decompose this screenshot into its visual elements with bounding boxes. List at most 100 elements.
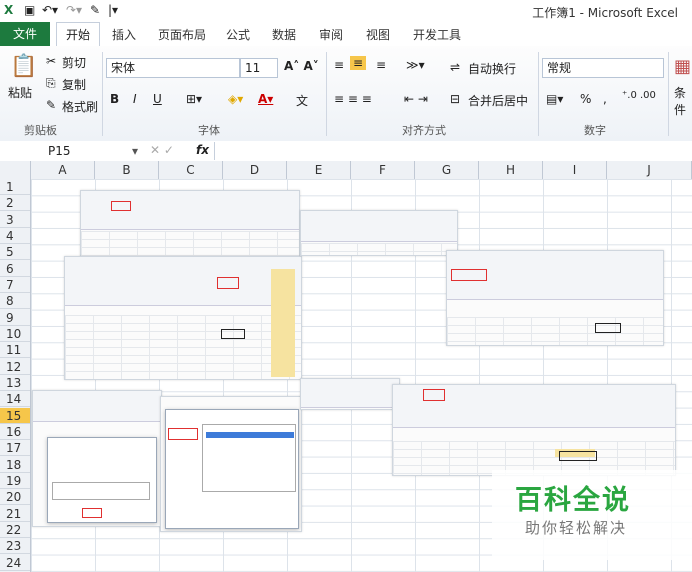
tab-home[interactable]: 开始 <box>56 22 100 47</box>
col-header-d[interactable]: D <box>223 161 287 179</box>
row-header[interactable]: 23 <box>0 538 30 555</box>
tab-developer[interactable]: 开发工具 <box>413 26 461 43</box>
select-all-corner[interactable] <box>0 161 31 179</box>
conditional-format-button[interactable]: 条件 <box>674 84 692 118</box>
merge-icon[interactable]: ⊟ <box>450 92 460 106</box>
customize-qa-icon[interactable]: |▾ <box>108 3 118 17</box>
chevron-down-icon[interactable]: ▾ <box>132 142 138 160</box>
align-middle-icon[interactable]: ≡ <box>350 56 367 70</box>
cut-icon[interactable]: ✂ <box>46 54 56 68</box>
format-painter-icon[interactable]: ✎ <box>46 98 56 112</box>
formula-input[interactable] <box>214 142 692 160</box>
pasted-screenshot-8[interactable] <box>392 384 676 476</box>
row-header[interactable]: 17 <box>0 440 30 457</box>
underline-button[interactable]: U <box>153 92 162 106</box>
pasted-screenshot-7[interactable] <box>300 378 400 410</box>
currency-icon[interactable]: ▤▾ <box>546 92 563 106</box>
row-header[interactable]: 20 <box>0 489 30 506</box>
font-name-select[interactable]: 宋体 <box>106 58 240 78</box>
wrap-text-icon[interactable]: ⇌ <box>450 60 460 74</box>
insert-function-button[interactable]: fx <box>196 143 209 157</box>
col-header-f[interactable]: F <box>351 161 415 179</box>
col-header-g[interactable]: G <box>415 161 479 179</box>
merge-center-button[interactable]: 合并后居中 <box>468 92 528 109</box>
paste-icon[interactable]: 📋 <box>10 54 37 79</box>
bold-button[interactable]: B <box>110 92 119 106</box>
mini-grid <box>81 231 299 259</box>
pasted-screenshot-3[interactable] <box>300 210 458 256</box>
decimal-icons[interactable]: ⁺.0 .00 <box>622 90 656 101</box>
row-header[interactable]: 11 <box>0 342 30 359</box>
row-header[interactable]: 9 <box>0 310 30 326</box>
format-painter-button[interactable]: 格式刷 <box>62 98 98 115</box>
font-color-icon[interactable]: A▾ <box>258 92 273 106</box>
pasted-screenshot-6[interactable] <box>160 396 302 532</box>
ribbon-tabs: 文件 开始 插入 页面布局 公式 数据 审阅 视图 开发工具 <box>0 22 692 47</box>
row-header[interactable]: 22 <box>0 522 30 538</box>
row-header[interactable]: 2 <box>0 195 30 212</box>
phonetic-icon[interactable]: 文 <box>296 92 308 109</box>
tab-page-layout[interactable]: 页面布局 <box>158 26 206 43</box>
grow-font-icon[interactable]: A˄ A˅ <box>284 59 319 73</box>
row-header-selected[interactable]: 15 <box>0 407 30 424</box>
number-format-select[interactable]: 常规 <box>542 58 664 78</box>
row-header[interactable]: 16 <box>0 424 30 440</box>
redo-icon[interactable]: ↷▾ <box>66 3 82 17</box>
col-header-a[interactable]: A <box>31 161 95 179</box>
align-top-icon[interactable]: ≡ <box>334 58 344 72</box>
fill-color-icon[interactable]: ◈▾ <box>228 92 243 106</box>
undo-icon[interactable]: ↶▾ <box>42 3 58 17</box>
paste-button[interactable]: 粘贴 <box>8 84 32 101</box>
row-header[interactable]: 3 <box>0 212 30 228</box>
copy-icon[interactable]: ⎘ <box>46 76 56 91</box>
row-header[interactable]: 18 <box>0 457 30 473</box>
row-header[interactable]: 19 <box>0 473 30 489</box>
col-header-e[interactable]: E <box>287 161 351 179</box>
row-header[interactable]: 6 <box>0 261 30 277</box>
row-header[interactable]: 1 <box>0 179 30 195</box>
percent-button[interactable]: % <box>580 92 591 106</box>
row-header[interactable]: 14 <box>0 391 30 408</box>
col-header-c[interactable]: C <box>159 161 223 179</box>
orientation-icon[interactable]: ≫▾ <box>406 58 425 72</box>
tab-review[interactable]: 审阅 <box>319 26 343 43</box>
pasted-screenshot-1[interactable] <box>80 190 300 260</box>
indent-icon[interactable]: ⇤ ⇥ <box>404 92 428 106</box>
name-box-value[interactable]: P15 <box>48 142 71 160</box>
wrap-text-button[interactable]: 自动换行 <box>468 60 516 77</box>
cancel-enter-icons[interactable]: ✕ ✓ <box>150 143 174 157</box>
format-painter-qa-icon[interactable]: ✎ <box>90 3 100 17</box>
row-header[interactable]: 8 <box>0 293 30 310</box>
col-header-b[interactable]: B <box>95 161 159 179</box>
tab-file[interactable]: 文件 <box>0 22 50 46</box>
tab-view[interactable]: 视图 <box>366 26 390 43</box>
tab-insert[interactable]: 插入 <box>112 26 136 43</box>
save-icon[interactable]: ▣ <box>24 3 35 17</box>
row-header[interactable]: 12 <box>0 359 30 375</box>
col-header-j[interactable]: J <box>607 161 692 179</box>
row-header[interactable]: 4 <box>0 228 30 244</box>
col-header-i[interactable]: I <box>543 161 607 179</box>
row-header[interactable]: 10 <box>0 326 30 342</box>
pasted-screenshot-4[interactable] <box>446 250 664 346</box>
copy-button[interactable]: 复制 <box>62 76 86 93</box>
tab-data[interactable]: 数据 <box>272 26 296 43</box>
row-header[interactable]: 24 <box>0 555 30 571</box>
cut-button[interactable]: 剪切 <box>62 54 86 71</box>
font-size-select[interactable]: 11 <box>240 58 278 78</box>
align-bottom-icon[interactable]: ≡ <box>376 58 386 72</box>
comma-button[interactable]: , <box>603 92 607 106</box>
row-header[interactable]: 7 <box>0 277 30 293</box>
conditional-format-icon[interactable]: ▦ <box>674 56 691 77</box>
italic-button[interactable]: I <box>133 92 137 106</box>
col-header-h[interactable]: H <box>479 161 543 179</box>
row-header[interactable]: 21 <box>0 506 30 522</box>
row-header[interactable]: 5 <box>0 244 30 261</box>
border-icon[interactable]: ⊞▾ <box>186 92 202 106</box>
name-box[interactable]: P15 ▾ <box>0 142 140 160</box>
pasted-screenshot-2[interactable] <box>64 256 302 380</box>
row-header[interactable]: 13 <box>0 375 30 391</box>
tab-formulas[interactable]: 公式 <box>226 26 250 43</box>
pasted-screenshot-5[interactable] <box>32 390 162 527</box>
align-left-icon[interactable]: ≡ ≡ ≡ <box>334 92 372 106</box>
